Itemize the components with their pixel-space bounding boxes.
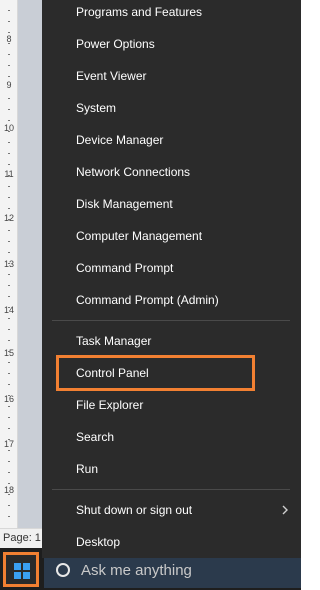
ruler-tick xyxy=(8,307,10,308)
windows-logo-icon xyxy=(14,563,30,579)
menu-item-file-explorer[interactable]: File Explorer xyxy=(76,391,291,419)
ruler-tick xyxy=(8,21,10,22)
ruler-tick xyxy=(8,153,10,154)
ruler-tick xyxy=(8,296,10,297)
ruler-tick xyxy=(8,472,10,473)
ruler-number: 13 xyxy=(3,259,14,269)
ruler-tick xyxy=(8,461,10,462)
ruler-number: 17 xyxy=(3,439,14,449)
winx-menu: Programs and Features Power Options Even… xyxy=(42,0,301,558)
ruler-tick xyxy=(8,351,10,352)
menu-item-device-manager[interactable]: Device Manager xyxy=(76,126,291,154)
ruler-tick xyxy=(8,395,10,396)
ruler-tick xyxy=(8,32,10,33)
ruler-tick xyxy=(8,76,10,77)
ruler-tick xyxy=(8,197,10,198)
ruler-tick xyxy=(8,406,10,407)
ruler-tick xyxy=(8,373,10,374)
ruler-tick xyxy=(8,417,10,418)
menu-item-command-prompt-admin[interactable]: Command Prompt (Admin) xyxy=(76,286,291,314)
ruler-tick xyxy=(8,252,10,253)
menu-item-desktop[interactable]: Desktop xyxy=(76,528,291,556)
menu-item-event-viewer[interactable]: Event Viewer xyxy=(76,62,291,90)
menu-item-shut-down[interactable]: Shut down or sign out xyxy=(76,496,291,524)
ruler-tick xyxy=(8,340,10,341)
start-button[interactable] xyxy=(3,552,39,587)
ruler-number: 9 xyxy=(6,80,12,90)
ruler-tick xyxy=(8,164,10,165)
ruler-tick xyxy=(8,54,10,55)
ruler-tick xyxy=(8,516,10,517)
ruler-tick xyxy=(8,230,10,231)
ruler-tick xyxy=(8,285,10,286)
ruler-tick xyxy=(8,120,10,121)
ruler-tick xyxy=(8,65,10,66)
page-indicator: Page: 1 xyxy=(3,532,41,544)
document-area: 8 9 10 11 12 13 14 15 16 17 18 xyxy=(0,0,42,528)
ruler-tick xyxy=(8,219,10,220)
ruler-tick xyxy=(8,241,10,242)
menu-item-programs-and-features[interactable]: Programs and Features xyxy=(76,0,291,26)
ruler-tick xyxy=(8,142,10,143)
ruler-tick xyxy=(8,109,10,110)
ruler-tick xyxy=(8,186,10,187)
menu-divider xyxy=(52,320,290,321)
status-bar: Page: 1 xyxy=(0,528,42,549)
ruler-tick xyxy=(8,329,10,330)
ruler-tick xyxy=(8,362,10,363)
ruler-number: 11 xyxy=(4,169,14,179)
menu-item-search[interactable]: Search xyxy=(76,423,291,451)
ruler-number: 15 xyxy=(3,348,14,358)
ruler-tick xyxy=(8,175,10,176)
search-placeholder: Ask me anything xyxy=(81,562,192,579)
menu-divider xyxy=(52,489,290,490)
cortana-circle-icon xyxy=(56,563,70,577)
chevron-right-icon xyxy=(282,505,288,515)
ruler-number: 12 xyxy=(3,213,14,223)
ruler-tick xyxy=(8,274,10,275)
menu-item-task-manager[interactable]: Task Manager xyxy=(76,327,291,355)
vertical-ruler: 8 9 10 11 12 13 14 15 16 17 18 xyxy=(0,0,18,528)
ruler-tick xyxy=(8,505,10,506)
menu-item-system[interactable]: System xyxy=(76,94,291,122)
ruler-tick xyxy=(8,318,10,319)
ruler-tick xyxy=(8,483,10,484)
ruler-tick xyxy=(8,263,10,264)
menu-item-network-connections[interactable]: Network Connections xyxy=(76,158,291,186)
menu-item-run[interactable]: Run xyxy=(76,455,291,483)
ruler-tick xyxy=(8,428,10,429)
ruler-tick xyxy=(8,494,10,495)
ruler-tick xyxy=(8,87,10,88)
ruler-tick xyxy=(8,10,10,11)
ruler-tick xyxy=(8,131,10,132)
menu-item-computer-management[interactable]: Computer Management xyxy=(76,222,291,250)
ruler-tick xyxy=(8,439,10,440)
control-panel-highlight xyxy=(56,355,255,391)
ruler-tick xyxy=(8,43,10,44)
menu-item-disk-management[interactable]: Disk Management xyxy=(76,190,291,218)
ruler-tick xyxy=(8,208,10,209)
menu-item-command-prompt[interactable]: Command Prompt xyxy=(76,254,291,282)
ruler-tick xyxy=(8,450,10,451)
ruler-tick xyxy=(8,384,10,385)
ruler-tick xyxy=(8,98,10,99)
menu-item-power-options[interactable]: Power Options xyxy=(76,30,291,58)
